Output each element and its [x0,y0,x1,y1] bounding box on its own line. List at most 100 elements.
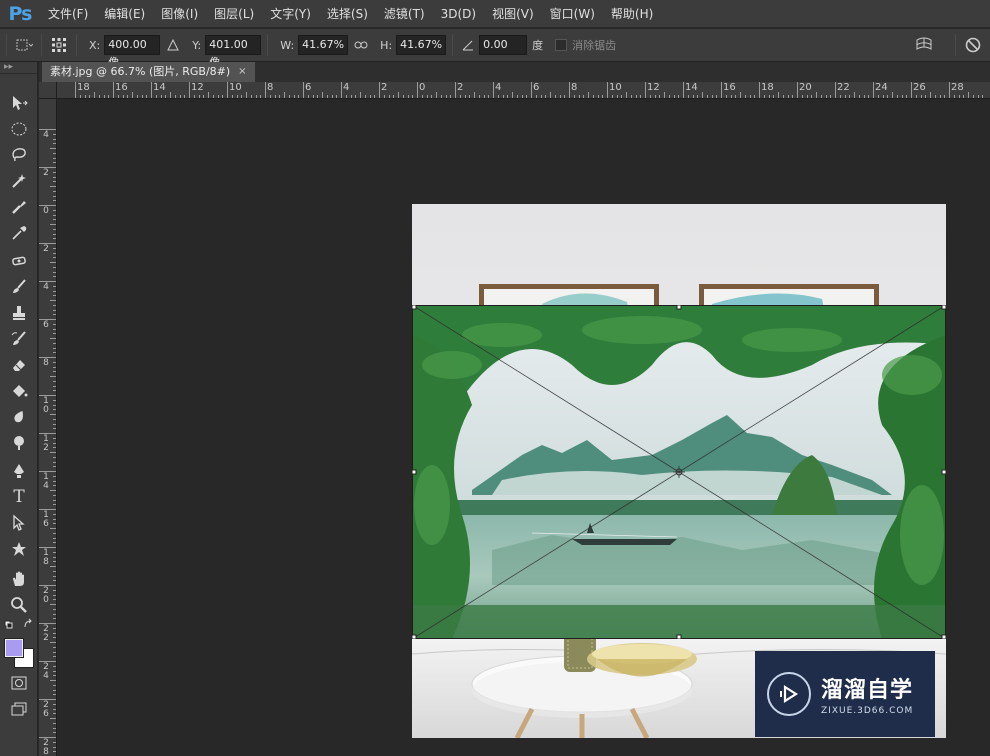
x-position-field[interactable]: 400.00 像 [104,35,161,69]
free-transform-box[interactable] [412,305,946,639]
ruler-tick [53,670,56,672]
tools-panel-grip[interactable]: ▸▸ [0,62,37,74]
move-tool-icon[interactable] [6,92,32,114]
ruler-tick [801,95,803,98]
reference-point-icon[interactable] [48,34,70,56]
path-selection-tool-icon[interactable] [6,512,32,534]
ruler-tick [383,95,385,98]
cancel-transform-icon[interactable] [962,34,984,56]
link-icon[interactable] [348,34,374,56]
ruler-tick [39,623,56,624]
pen-tool-icon[interactable] [6,460,32,482]
menu-layer[interactable]: 图层(L) [206,0,262,28]
healing-brush-tool-icon[interactable] [6,250,32,272]
lasso-tool-icon[interactable] [6,144,32,166]
close-document-icon[interactable]: × [238,62,246,82]
ruler-tick [50,642,56,643]
ruler-tick [160,95,162,98]
ruler-tick [50,376,56,377]
menu-help[interactable]: 帮助(H) [603,0,661,28]
vertical-ruler[interactable]: 4 2 0 2 4 6 8 1 0 1 2 1 4 1 6 1 8 2 0 2 2 2 4 2 6 2 8 [39,99,57,756]
ruler-left-label: 2 2 [43,624,49,643]
ruler-top-label: 18 [761,82,774,93]
menu-file[interactable]: 文件(F) [40,0,96,28]
ruler-left-label: 2 4 [43,662,49,681]
ruler-tick [288,95,290,98]
screen-mode-icon[interactable] [6,698,32,720]
custom-shape-tool-icon[interactable] [6,538,32,560]
ruler-tick [322,92,323,98]
ruler-tick [640,95,642,98]
menu-window[interactable]: 窗口(W) [542,0,603,28]
ruler-tick [659,95,661,98]
ruler-tick [53,627,56,629]
hand-tool-icon[interactable] [6,568,32,590]
y-position-field[interactable]: 401.00 像 [205,35,262,69]
magic-wand-tool-icon[interactable] [6,170,32,192]
ruler-tick [39,205,56,206]
marquee-tool-icon[interactable] [6,118,32,140]
ruler-left-label: 2 [43,168,49,178]
ruler-tick [564,95,566,98]
antialias-checkbox[interactable] [555,39,568,51]
document-tab-title: 素材.jpg @ 66.7% (图片, RGB/8#) [50,65,231,78]
menu-select[interactable]: 选择(S) [319,0,376,28]
menu-3d[interactable]: 3D(D) [433,0,484,28]
paint-bucket-tool-icon[interactable] [6,380,32,402]
horizontal-ruler[interactable]: 18 16 14 12 10 8 6 4 2 0 2 4 6 8 10 12 14 16 18 20 22 24 26 28 [57,82,990,99]
eraser-tool-icon[interactable] [6,354,32,376]
ruler-tick [388,95,390,98]
type-tool-icon[interactable]: T [6,486,32,508]
quick-mask-icon[interactable] [6,672,32,694]
ruler-tick [184,95,186,98]
play-logo-icon [767,672,811,716]
history-brush-tool-icon[interactable] [6,328,32,350]
ruler-tick [512,92,513,98]
ruler-tick [53,171,56,173]
ruler-tick [364,95,366,98]
ruler-tick [269,95,271,98]
ruler-origin[interactable] [39,82,57,99]
ruler-tick [402,95,404,98]
warp-mode-icon[interactable] [913,34,935,56]
rotate-angle-icon [459,34,477,56]
menu-type[interactable]: 文字(Y) [262,0,319,28]
ruler-tick [53,333,56,335]
height-field[interactable]: 41.67% [396,35,447,55]
delta-icon[interactable] [160,34,186,56]
rotate-angle-field[interactable]: 0.00 [479,35,528,55]
width-field[interactable]: 41.67% [298,35,349,55]
swap-colors-icon[interactable] [3,618,35,632]
document-tab[interactable]: 素材.jpg @ 66.7% (图片, RGB/8#) × [42,62,255,82]
ruler-tick [554,95,556,98]
dodge-tool-icon[interactable] [6,432,32,454]
ruler-tick [915,95,917,98]
menu-image[interactable]: 图像(I) [153,0,206,28]
menu-filter[interactable]: 滤镜(T) [376,0,433,28]
clone-stamp-tool-icon[interactable] [6,302,32,324]
ruler-tick [53,637,56,639]
menu-edit[interactable]: 编辑(E) [96,0,153,28]
ruler-tick [53,309,56,311]
ruler-tick [369,95,371,98]
menu-bar: Ps 文件(F) 编辑(E) 图像(I) 图层(L) 文字(Y) 选择(S) 滤… [0,0,990,28]
ruler-tick [687,95,689,98]
ruler-top-label: 28 [951,82,964,93]
ruler-tick [53,556,56,558]
eyedropper-tool-icon[interactable] [6,222,32,244]
menu-view[interactable]: 视图(V) [484,0,542,28]
ruler-tick [863,95,865,98]
transform-tool-preset-icon[interactable] [13,34,35,56]
blur-tool-icon[interactable] [6,406,32,428]
brush-tool-icon[interactable] [6,276,32,298]
foreground-color-swatch[interactable] [4,638,24,658]
zoom-tool-icon[interactable] [6,594,32,616]
quick-selection-tool-icon[interactable] [6,196,32,218]
ruler-left-label: 1 0 [43,396,49,415]
ruler-tick [977,95,979,98]
ruler-tick [426,95,428,98]
ruler-tick [241,95,243,98]
ruler-tick [50,604,56,605]
ruler-top-label: 10 [609,82,622,93]
ruler-tick [53,152,56,154]
